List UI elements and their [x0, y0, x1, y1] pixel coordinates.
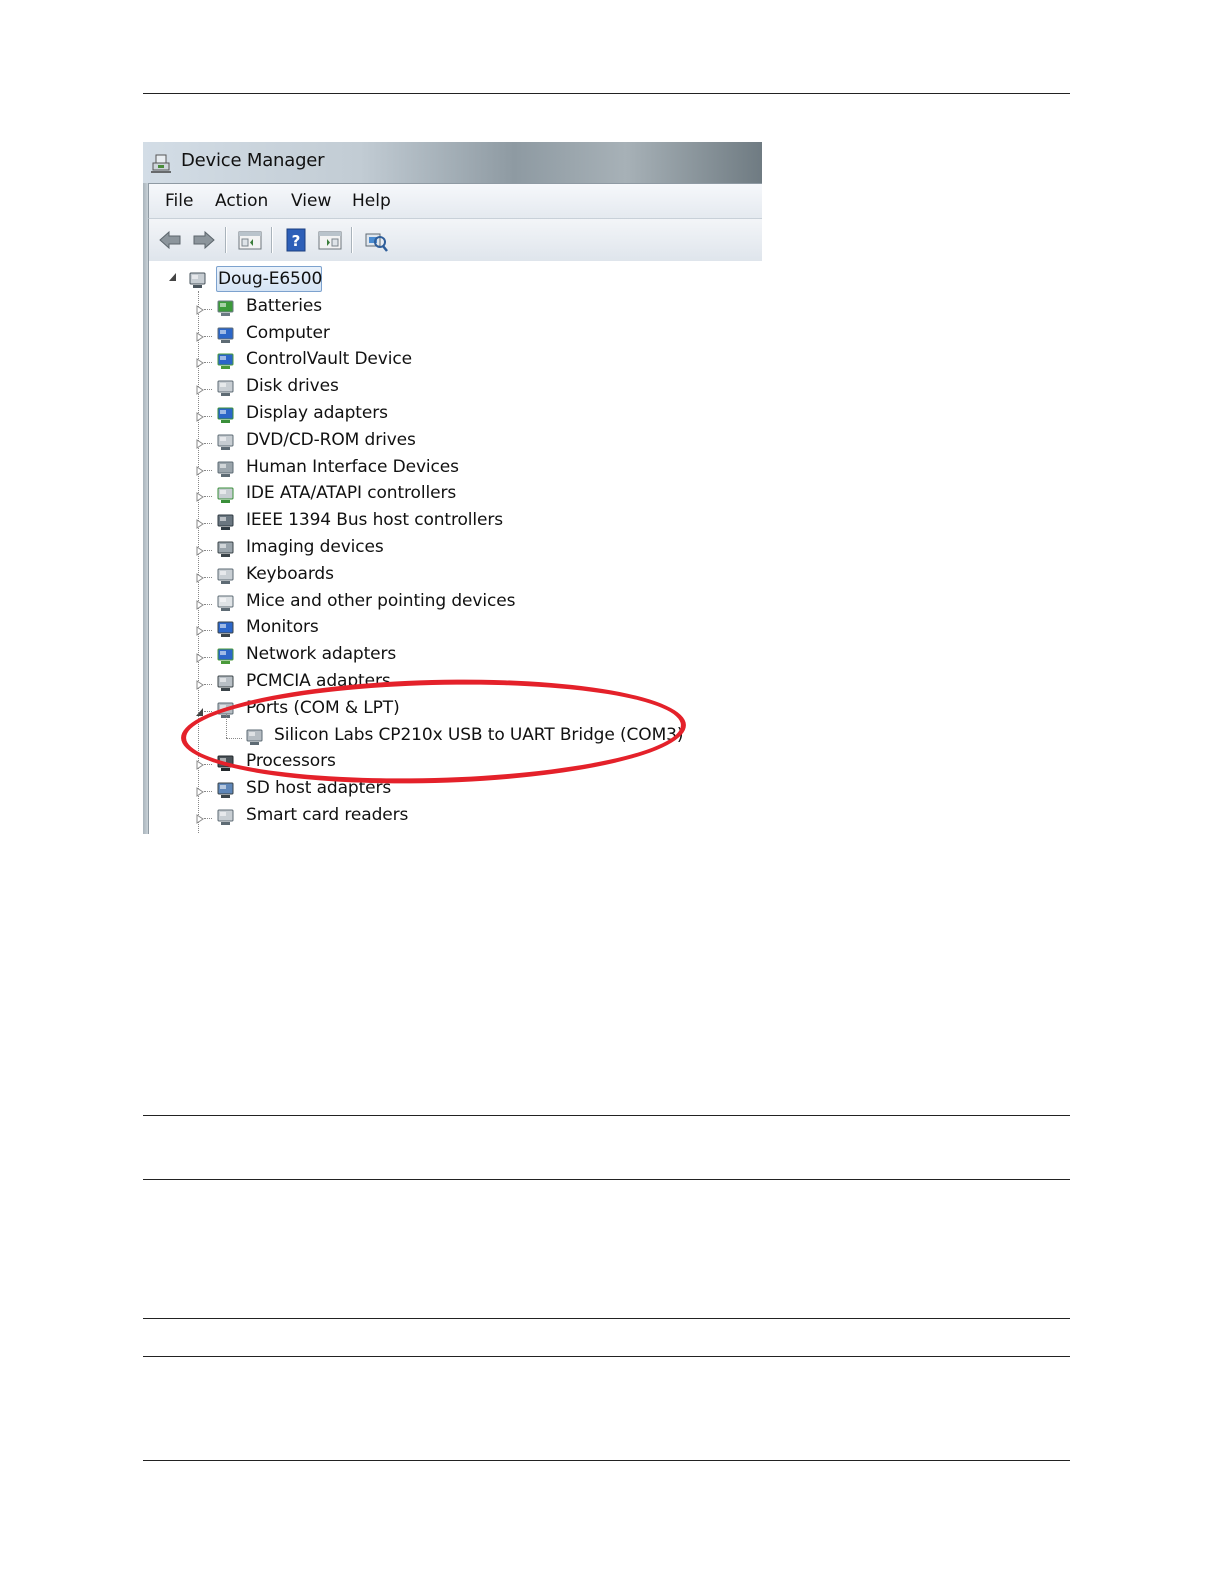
sd-host-icon: [217, 782, 234, 799]
battery-icon: [217, 300, 234, 316]
tree-root-label: Doug-E6500: [218, 269, 323, 289]
forward-arrow-icon[interactable]: [191, 227, 217, 253]
toolbar-separator: [271, 227, 272, 253]
ide-controller-icon: [217, 487, 234, 504]
tree-category-label: Smart card readers: [246, 805, 409, 825]
window-title: Device Manager: [181, 150, 325, 171]
tree-category-label: Imaging devices: [246, 537, 384, 557]
network-icon: [217, 353, 234, 370]
toolbar: ?: [148, 218, 762, 262]
tree-category-display-adapters[interactable]: Display adapters: [149, 402, 762, 428]
menu-file[interactable]: File: [165, 191, 193, 211]
keyboard-icon: [217, 568, 234, 584]
tree-category-label: Display adapters: [246, 403, 388, 423]
page-rule: [143, 1115, 1070, 1116]
display-adapter-icon: [217, 407, 234, 423]
tree-category-ieee-1394-bus-host-controllers[interactable]: IEEE 1394 Bus host controllers: [149, 509, 762, 535]
tree-category-label: Keyboards: [246, 563, 334, 584]
tree-category-smart-card-readers[interactable]: Smart card readers: [149, 804, 762, 830]
computer-icon: [217, 327, 234, 343]
tree-category-human-interface-devices[interactable]: Human Interface Devices: [149, 456, 762, 482]
menu-bar: File Action View Help: [148, 183, 762, 219]
device-manager-icon: [151, 154, 171, 173]
tree-category-label: DVD/CD-ROM drives: [246, 429, 416, 450]
page-rule: [143, 1179, 1070, 1180]
pcmcia-icon: [217, 675, 234, 691]
svg-text:?: ?: [292, 232, 301, 250]
menu-help[interactable]: Help: [352, 191, 391, 211]
menu-view[interactable]: View: [291, 191, 331, 211]
toolbar-separator: [225, 227, 226, 253]
tree-category-disk-drives[interactable]: Disk drives: [149, 375, 762, 401]
menu-action[interactable]: Action: [215, 191, 268, 211]
back-arrow-icon[interactable]: [157, 227, 183, 253]
page-rule-bottom: [143, 1460, 1070, 1461]
tree-category-label: Disk drives: [246, 376, 339, 397]
network-adapter-icon: [217, 648, 234, 665]
tree-category-batteries[interactable]: Batteries: [149, 295, 762, 321]
disk-drive-icon: [217, 380, 234, 397]
tree-category-monitors[interactable]: Monitors: [149, 616, 762, 642]
hid-icon: [217, 461, 234, 477]
tree-category-label: Mice and other pointing devices: [246, 590, 516, 611]
smart-card-icon: [217, 809, 234, 825]
scan-hardware-icon[interactable]: [363, 227, 389, 253]
title-bar[interactable]: Device Manager: [143, 142, 762, 183]
show-hide-icon[interactable]: [317, 227, 343, 253]
mouse-icon: [217, 595, 234, 611]
tree-category-computer[interactable]: Computer: [149, 322, 762, 348]
monitor-icon: [217, 621, 234, 638]
tree-category-label: Computer: [246, 322, 330, 343]
tree-category-label: Human Interface Devices: [246, 456, 459, 477]
properties-icon[interactable]: [237, 227, 263, 253]
computer-root-icon: [189, 272, 206, 288]
tree-category-controlvault-device[interactable]: ControlVault Device: [149, 348, 762, 374]
tree-category-label: ControlVault Device: [246, 349, 412, 370]
help-icon[interactable]: ?: [283, 227, 309, 253]
tree-category-dvd-cd-rom-drives[interactable]: DVD/CD-ROM drives: [149, 429, 762, 455]
tree-root-computer[interactable]: Doug-E6500: [149, 268, 762, 294]
tree-category-mice-and-other-pointing-devices[interactable]: Mice and other pointing devices: [149, 590, 762, 616]
tree-category-label: IEEE 1394 Bus host controllers: [246, 510, 504, 531]
page-rule: [143, 1318, 1070, 1319]
tree-category-keyboards[interactable]: Keyboards: [149, 563, 762, 589]
page-rule-top: [143, 93, 1070, 94]
page-rule: [143, 1356, 1070, 1357]
tree-category-imaging-devices[interactable]: Imaging devices: [149, 536, 762, 562]
ieee1394-icon: [217, 514, 234, 531]
tree-category-ide-ata-atapi-controllers[interactable]: IDE ATA/ATAPI controllers: [149, 482, 762, 508]
tree-category-network-adapters[interactable]: Network adapters: [149, 643, 762, 669]
tree-category-label: Network adapters: [246, 644, 397, 665]
dvd-drive-icon: [217, 434, 234, 450]
toolbar-separator: [351, 227, 352, 253]
camera-icon: [217, 541, 234, 557]
tree-category-label: Monitors: [246, 617, 319, 638]
tree-category-label: IDE ATA/ATAPI controllers: [246, 483, 457, 504]
tree-category-label: Batteries: [246, 295, 322, 316]
